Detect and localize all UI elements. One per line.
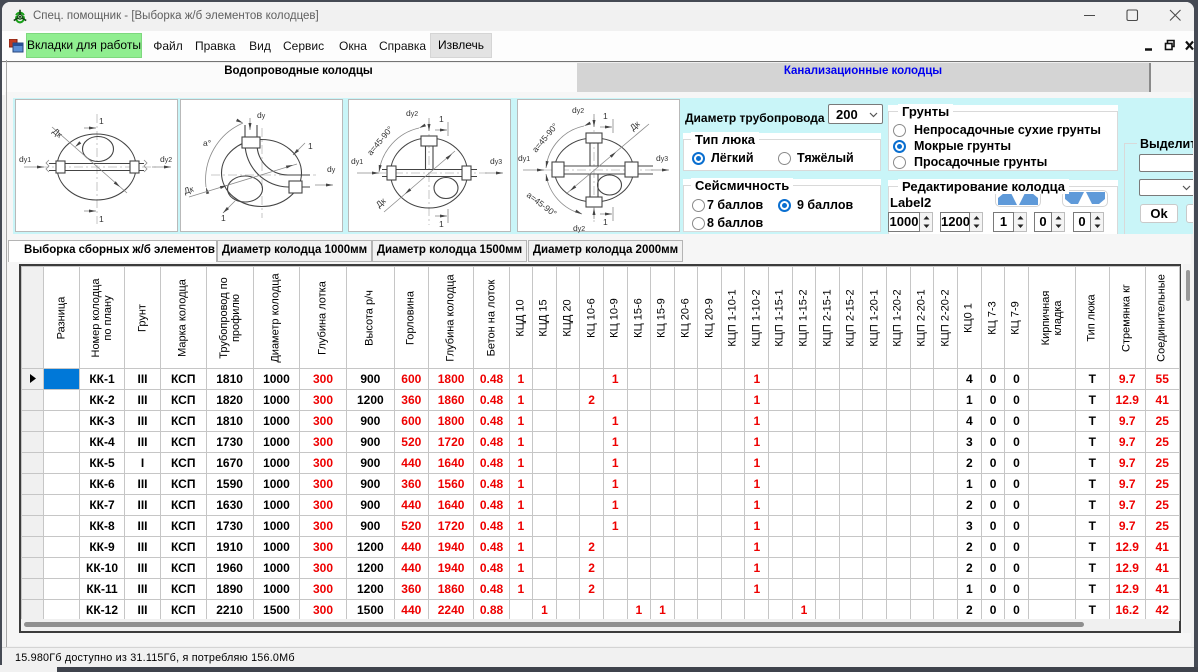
svg-text:dу2: dу2 [406, 108, 418, 118]
svg-text:dу3: dу3 [656, 153, 668, 163]
svg-text:dу: dу [327, 164, 336, 174]
svg-text:1: 1 [603, 111, 608, 121]
svg-text:Дк: Дк [628, 119, 642, 133]
svg-text:dу3: dу3 [490, 156, 502, 166]
svg-text:Дк: Дк [374, 196, 388, 210]
svg-text:1: 1 [603, 217, 608, 227]
svg-text:a=45-90°: a=45-90° [365, 124, 395, 157]
svg-text:dу: dу [257, 110, 266, 120]
svg-text:1: 1 [99, 116, 104, 126]
svg-text:dу2: dу2 [160, 154, 172, 164]
svg-text:1: 1 [439, 219, 444, 229]
svg-text:Дк: Дк [183, 183, 195, 195]
svg-text:1: 1 [221, 213, 226, 223]
svg-text:1: 1 [99, 214, 104, 224]
svg-text:1: 1 [439, 114, 444, 124]
svg-text:1: 1 [308, 141, 313, 151]
svg-text:dу2: dу2 [572, 105, 584, 115]
svg-text:a°: a° [203, 138, 211, 148]
svg-text:dу1: dу1 [19, 154, 31, 164]
svg-text:dу2: dу2 [573, 223, 585, 233]
svg-text:dу1: dу1 [351, 156, 363, 166]
svg-text:dу1: dу1 [518, 153, 530, 163]
svg-text:a=45-90°: a=45-90° [530, 121, 560, 154]
